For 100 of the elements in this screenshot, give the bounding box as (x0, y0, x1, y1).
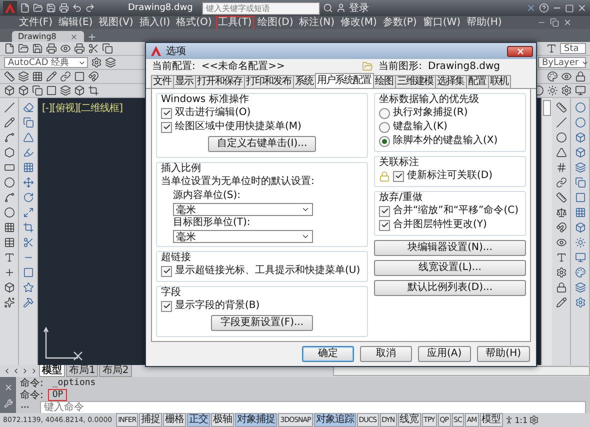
link-icon[interactable] (60, 71, 71, 82)
wrench-icon[interactable] (4, 398, 12, 408)
dialog-button[interactable]: 取消 (360, 346, 412, 362)
login-link[interactable]: 登录 (348, 1, 369, 15)
close-icon[interactable] (4, 382, 12, 392)
status-toggle[interactable]: 对象追踪 (314, 413, 356, 427)
link-icon[interactable] (556, 177, 566, 188)
printer-icon[interactable] (46, 43, 57, 54)
eraser-icon[interactable] (22, 102, 34, 113)
dialog-tab[interactable]: 打印和发布 (244, 75, 294, 88)
menu-item[interactable]: 帮助(H) (466, 16, 503, 28)
dialog-tab[interactable]: 用户系统配置 (315, 73, 374, 88)
layout-tab[interactable]: 布局2 (99, 365, 132, 377)
spline-icon[interactable] (4, 192, 14, 203)
stack-icon[interactable] (60, 85, 71, 96)
dialog-tab[interactable]: 联机 (488, 75, 511, 88)
eye-icon[interactable] (561, 71, 572, 82)
radio-button[interactable] (379, 108, 390, 118)
curve-icon[interactable] (4, 132, 14, 143)
rectangle-icon[interactable] (4, 162, 14, 173)
dialog-button[interactable]: 帮助(H) (476, 346, 530, 362)
solid-icon[interactable] (574, 222, 586, 233)
first-icon[interactable] (3, 367, 11, 375)
palette-icon[interactable] (574, 267, 586, 278)
checkbox[interactable] (161, 266, 172, 276)
ruler-icon[interactable] (556, 102, 566, 113)
checkbox[interactable] (161, 108, 172, 118)
menu-item[interactable]: 参数(P) (382, 16, 418, 28)
menu-item[interactable]: 格式(O) (175, 16, 213, 28)
monitor-icon[interactable] (575, 85, 586, 96)
status-toggle[interactable]: 线宽 (398, 413, 421, 427)
folder-icon[interactable] (18, 43, 29, 54)
grid-icon[interactable] (556, 162, 566, 173)
copy-icon[interactable] (102, 43, 113, 54)
dialog-tab[interactable]: 配置 (466, 75, 489, 88)
dialog-button[interactable]: 块编辑器设置(N)... (374, 240, 526, 256)
next-icon[interactable] (21, 367, 29, 375)
text-icon[interactable] (4, 252, 14, 263)
model-toggle[interactable]: 模型 (480, 413, 503, 427)
user-icon[interactable] (336, 3, 346, 13)
dialog-tab[interactable]: 绘图 (373, 75, 396, 88)
dialog-tab[interactable]: 系统 (293, 75, 316, 88)
dialog-tab[interactable]: 三维建模 (395, 75, 436, 88)
pencil-icon[interactable] (46, 71, 57, 82)
text-icon[interactable] (556, 252, 566, 263)
layers-icon[interactable] (105, 57, 116, 68)
solid-icon[interactable] (74, 85, 85, 96)
table-icon[interactable] (4, 237, 14, 248)
cube-icon[interactable] (4, 85, 15, 96)
dialog-tab[interactable]: 显示 (173, 75, 196, 88)
status-toggle[interactable]: 栅格 (163, 413, 186, 427)
gear-icon[interactable] (91, 57, 102, 68)
status-toggle[interactable]: 对象捕捉 (235, 413, 278, 427)
square-icon[interactable] (46, 85, 57, 96)
menu-item[interactable]: 窗口(W) (422, 16, 462, 28)
polygon-icon[interactable] (4, 147, 14, 158)
layers-icon[interactable] (18, 71, 29, 82)
redo-icon[interactable] (85, 3, 95, 13)
dialog-button[interactable]: 字段更新设置(F)... (211, 315, 313, 331)
dialog-button[interactable]: 默认比例列表(D)... (374, 280, 526, 296)
layout-tab[interactable]: 模型 (39, 365, 65, 377)
layout-tab[interactable]: 布局1 (66, 365, 98, 377)
monitor-icon[interactable] (574, 252, 586, 263)
help-icon[interactable] (539, 3, 549, 13)
dialog-button[interactable]: 应用(A) (418, 346, 471, 362)
crop-icon[interactable] (88, 85, 99, 96)
eye-icon[interactable] (556, 237, 566, 248)
viewport-label[interactable]: [-][俯视][二维线框] (42, 101, 123, 115)
menu-item[interactable]: 视图(V) (98, 16, 134, 28)
menu-item[interactable]: 编辑(E) (58, 16, 94, 28)
copy-icon[interactable] (22, 117, 34, 128)
dialog-tab[interactable]: 选择集 (435, 75, 467, 88)
command-input[interactable]: 键入命令 (40, 400, 586, 414)
gear-icon[interactable] (528, 415, 539, 425)
checkbox[interactable] (161, 300, 172, 312)
box-icon[interactable] (574, 147, 586, 158)
radio-button[interactable] (379, 122, 390, 132)
menu-item[interactable]: 插入(I) (138, 16, 172, 28)
move-icon[interactable] (22, 177, 34, 188)
unit-dropdown[interactable]: 毫米 (173, 203, 313, 216)
scissors-icon[interactable] (88, 43, 99, 54)
palette-icon[interactable] (547, 71, 558, 82)
copy-icon[interactable] (574, 177, 586, 188)
stack-icon[interactable] (574, 282, 586, 293)
previous-icon[interactable] (12, 367, 20, 375)
cube-icon[interactable] (574, 132, 586, 143)
dialog-button[interactable]: 自定义右键单击(I)... (208, 136, 316, 152)
radio-button[interactable] (379, 136, 390, 146)
dialog-tab[interactable]: 打开和保存 (195, 75, 245, 88)
box-icon[interactable] (18, 85, 29, 96)
close-button[interactable] (507, 46, 533, 56)
document-tab[interactable]: Drawing8 (12, 31, 84, 42)
scale-dropdown[interactable]: 1:1 (514, 416, 528, 424)
checkbox[interactable] (379, 206, 390, 216)
layers-icon[interactable] (574, 162, 586, 173)
line-icon[interactable] (4, 102, 14, 113)
close-icon[interactable] (563, 18, 572, 27)
copy-icon[interactable] (32, 85, 43, 96)
square-icon[interactable] (74, 71, 85, 82)
maximize-icon[interactable] (565, 4, 574, 12)
